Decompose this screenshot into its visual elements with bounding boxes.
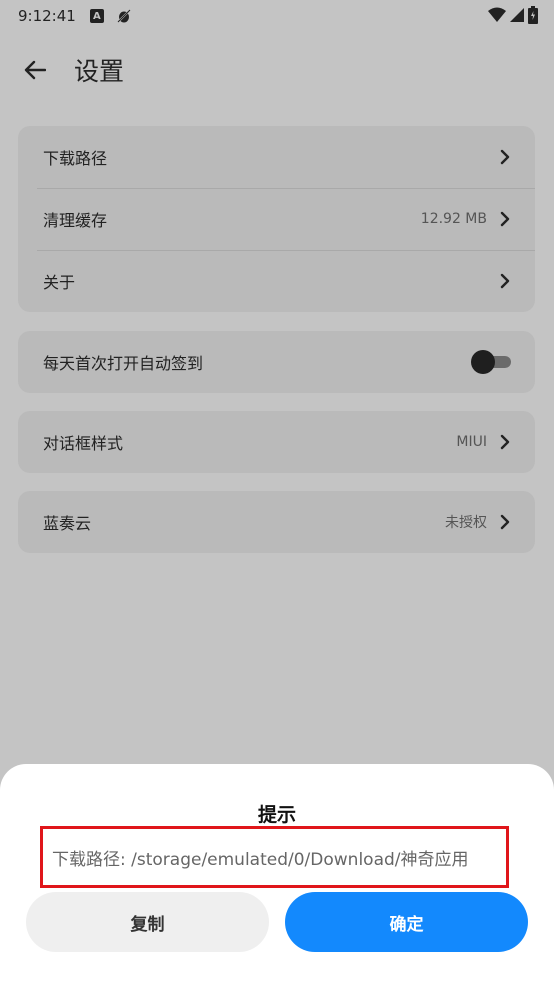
a-badge-icon: A [89,9,104,23]
row-download-path[interactable]: 下载路径 [18,126,535,188]
row-label: 蓝奏云 [43,514,92,533]
dialog-style-value: MIUI [456,434,487,450]
row-label: 下载路径 [43,149,108,168]
battery-icon [528,6,538,24]
chevron-right-icon [499,149,511,165]
dialog-title: 提示 [257,804,296,826]
toggle-knob [471,350,495,374]
row-label: 每天首次打开自动签到 [43,354,204,373]
row-label: 关于 [43,273,76,292]
arrow-left-icon [24,60,46,80]
chevron-right-icon [499,273,511,289]
row-about[interactable]: 关于 [18,250,535,312]
wifi-icon [488,7,506,22]
settings-group-storage: 下载路径 清理缓存 12.92 MB 关于 [18,126,535,312]
status-bar: 9:12:41 A [0,0,554,32]
row-lanzou-cloud[interactable]: 蓝奏云 未授权 [18,491,535,553]
row-label: 清理缓存 [43,211,108,230]
row-auto-checkin[interactable]: 每天首次打开自动签到 [18,331,535,393]
row-clear-cache[interactable]: 清理缓存 12.92 MB [18,188,535,250]
settings-group-lanzou: 蓝奏云 未授权 [18,491,535,553]
confirm-button[interactable]: 确定 [285,892,528,952]
signal-icon [510,8,524,22]
cache-size-value: 12.92 MB [420,211,487,227]
row-dialog-style[interactable]: 对话框样式 MIUI [18,411,535,473]
row-label: 对话框样式 [43,434,124,453]
settings-group-checkin: 每天首次打开自动签到 [18,331,535,393]
settings-group-dialog-style: 对话框样式 MIUI [18,411,535,473]
auto-checkin-toggle[interactable] [471,350,511,374]
app-header: 设置 [0,40,554,100]
status-time: 9:12:41 [18,7,76,25]
chevron-right-icon [499,434,511,450]
bug-icon [117,9,131,23]
chevron-right-icon [499,211,511,227]
status-right-icons [488,6,538,24]
alert-dialog: 提示 下载路径: /storage/emulated/0/Download/神奇… [0,764,554,984]
copy-button[interactable]: 复制 [26,892,269,952]
back-button[interactable] [18,53,52,87]
page-title: 设置 [74,57,125,86]
lanzou-auth-value: 未授权 [445,515,487,531]
chevron-right-icon [499,514,511,530]
dialog-message: 下载路径: /storage/emulated/0/Download/神奇应用 [40,826,509,888]
